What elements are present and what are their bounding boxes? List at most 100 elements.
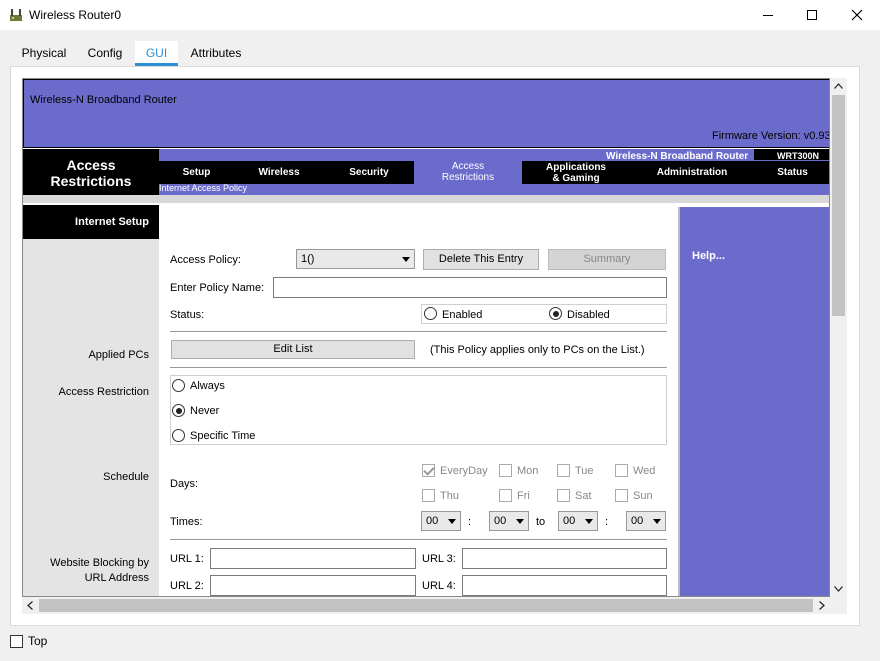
url4-input[interactable]	[462, 575, 667, 596]
maximize-button[interactable]	[789, 0, 835, 30]
url1-input[interactable]	[210, 548, 416, 569]
page-header: Wireless-N Broadband Router Firmware Ver…	[23, 79, 830, 148]
minimize-icon	[763, 15, 773, 16]
nav-wireless[interactable]: Wireless	[234, 161, 324, 184]
close-icon	[851, 9, 863, 21]
day-sat-label: Sat	[575, 490, 592, 502]
day-tue-checkbox[interactable]	[557, 464, 570, 477]
minimize-button[interactable]	[745, 0, 791, 30]
restriction-never-label: Never	[190, 405, 220, 417]
url1-label: URL 1:	[170, 553, 204, 565]
day-fri-checkbox[interactable]	[499, 489, 512, 502]
firmware-version: Firmware Version: v0.93.3	[712, 130, 830, 142]
restriction-always-label: Always	[190, 380, 225, 392]
day-sat-checkbox[interactable]	[557, 489, 570, 502]
tab-gui[interactable]: GUI	[135, 41, 178, 66]
router-app-icon	[10, 9, 22, 21]
url3-input[interactable]	[462, 548, 667, 569]
scroll-right-icon[interactable]	[819, 601, 825, 610]
applied-pcs-label: Applied PCs	[88, 349, 149, 361]
status-label: Status:	[170, 309, 205, 321]
chevron-down-icon	[448, 519, 456, 524]
top-checkbox[interactable]	[10, 635, 23, 648]
vertical-scrollbar[interactable]	[830, 78, 847, 597]
chevron-down-icon	[585, 519, 593, 524]
website-blocking-label: Website Blocking by URL Address	[50, 557, 149, 584]
policy-name-label: Enter Policy Name:	[170, 282, 265, 294]
end-hour-select[interactable]: 00	[558, 511, 598, 531]
day-fri-label: Fri	[517, 490, 530, 502]
section-title: Access Restrictions	[23, 149, 159, 195]
delete-entry-button[interactable]: Delete This Entry	[423, 249, 539, 270]
router-name: Wireless-N Broadband Router	[30, 94, 177, 106]
day-everyday-label: EveryDay	[440, 465, 488, 477]
tab-attributes[interactable]: Attributes	[178, 41, 254, 66]
day-thu-checkbox[interactable]	[422, 489, 435, 502]
policy-name-input[interactable]	[273, 277, 667, 298]
scroll-up-icon[interactable]	[834, 83, 843, 89]
access-policy-label: Access Policy:	[170, 254, 241, 266]
horizontal-scroll-thumb[interactable]	[39, 599, 813, 612]
day-everyday-checkbox[interactable]	[422, 464, 435, 477]
gui-panel: Wireless-N Broadband Router Firmware Ver…	[10, 66, 860, 626]
day-mon-label: Mon	[517, 465, 539, 477]
url2-label: URL 2:	[170, 580, 204, 592]
status-disabled-label: Disabled	[567, 309, 610, 321]
main-navigation: Access Restrictions Wireless-N Broadband…	[23, 149, 829, 203]
close-button[interactable]	[834, 0, 880, 30]
url4-label: URL 4:	[422, 580, 456, 592]
start-minute-select[interactable]: 00	[489, 511, 529, 531]
policy-form: Access Policy: 1() Delete This Entry Sum…	[159, 207, 678, 596]
help-text: Help...	[692, 250, 726, 262]
days-label: Days:	[170, 478, 199, 490]
day-sun-checkbox[interactable]	[615, 489, 628, 502]
day-mon-checkbox[interactable]	[499, 464, 512, 477]
restriction-never-radio[interactable]	[172, 404, 185, 417]
scroll-left-icon[interactable]	[27, 601, 33, 610]
tab-physical[interactable]: Physical	[12, 41, 76, 66]
summary-button[interactable]: Summary	[548, 249, 666, 270]
horizontal-scrollbar[interactable]	[22, 597, 830, 614]
day-thu-label: Thu	[440, 490, 459, 502]
day-wed-checkbox[interactable]	[615, 464, 628, 477]
model-label: WRT300N	[777, 151, 820, 161]
nav-administration[interactable]: Administration	[630, 161, 754, 184]
router-web-page: Wireless-N Broadband Router Firmware Ver…	[22, 78, 830, 597]
title-bar: Wireless Router0	[0, 0, 880, 30]
chevron-down-icon	[653, 519, 661, 524]
url2-input[interactable]	[210, 575, 416, 596]
status-enabled-radio[interactable]	[424, 307, 437, 320]
vertical-scroll-thumb[interactable]	[832, 95, 845, 316]
restriction-specific-time-label: Specific Time	[190, 430, 256, 442]
edit-list-note: (This Policy applies only to PCs on the …	[430, 344, 645, 356]
sidebar-heading: Internet Setup	[23, 205, 159, 239]
sidebar: Internet Setup Applied PCs Access Restri…	[23, 205, 159, 596]
access-policy-select[interactable]: 1()	[296, 249, 415, 269]
day-tue-label: Tue	[575, 465, 594, 477]
window-title: Wireless Router0	[29, 8, 122, 22]
tab-config[interactable]: Config	[76, 41, 134, 66]
start-hour-select[interactable]: 00	[421, 511, 461, 531]
nav-status[interactable]: Status	[754, 161, 829, 184]
status-enabled-label: Enabled	[442, 309, 483, 321]
nav-access-restrictions[interactable]: Access Restrictions	[414, 159, 522, 184]
chevron-down-icon	[516, 519, 524, 524]
nav-security[interactable]: Security	[324, 161, 414, 184]
restriction-specific-time-radio[interactable]	[172, 429, 185, 442]
maximize-icon	[807, 10, 817, 20]
subtab-internet-access-policy[interactable]: Internet Access Policy	[159, 183, 247, 193]
status-disabled-radio[interactable]	[549, 307, 562, 320]
nav-setup[interactable]: Setup	[159, 161, 234, 184]
end-minute-select[interactable]: 00	[626, 511, 666, 531]
chevron-down-icon	[402, 257, 410, 262]
times-label: Times:	[170, 516, 203, 528]
edit-list-button[interactable]: Edit List	[171, 340, 415, 359]
schedule-label: Schedule	[103, 471, 149, 483]
nav-applications-gaming[interactable]: Applications & Gaming	[522, 161, 630, 184]
access-restriction-label: Access Restriction	[58, 386, 149, 398]
help-panel: Help...	[678, 207, 829, 596]
top-label: Top	[28, 634, 48, 648]
time-to-label: to	[536, 516, 546, 528]
scroll-down-icon[interactable]	[834, 586, 843, 592]
restriction-always-radio[interactable]	[172, 379, 185, 392]
